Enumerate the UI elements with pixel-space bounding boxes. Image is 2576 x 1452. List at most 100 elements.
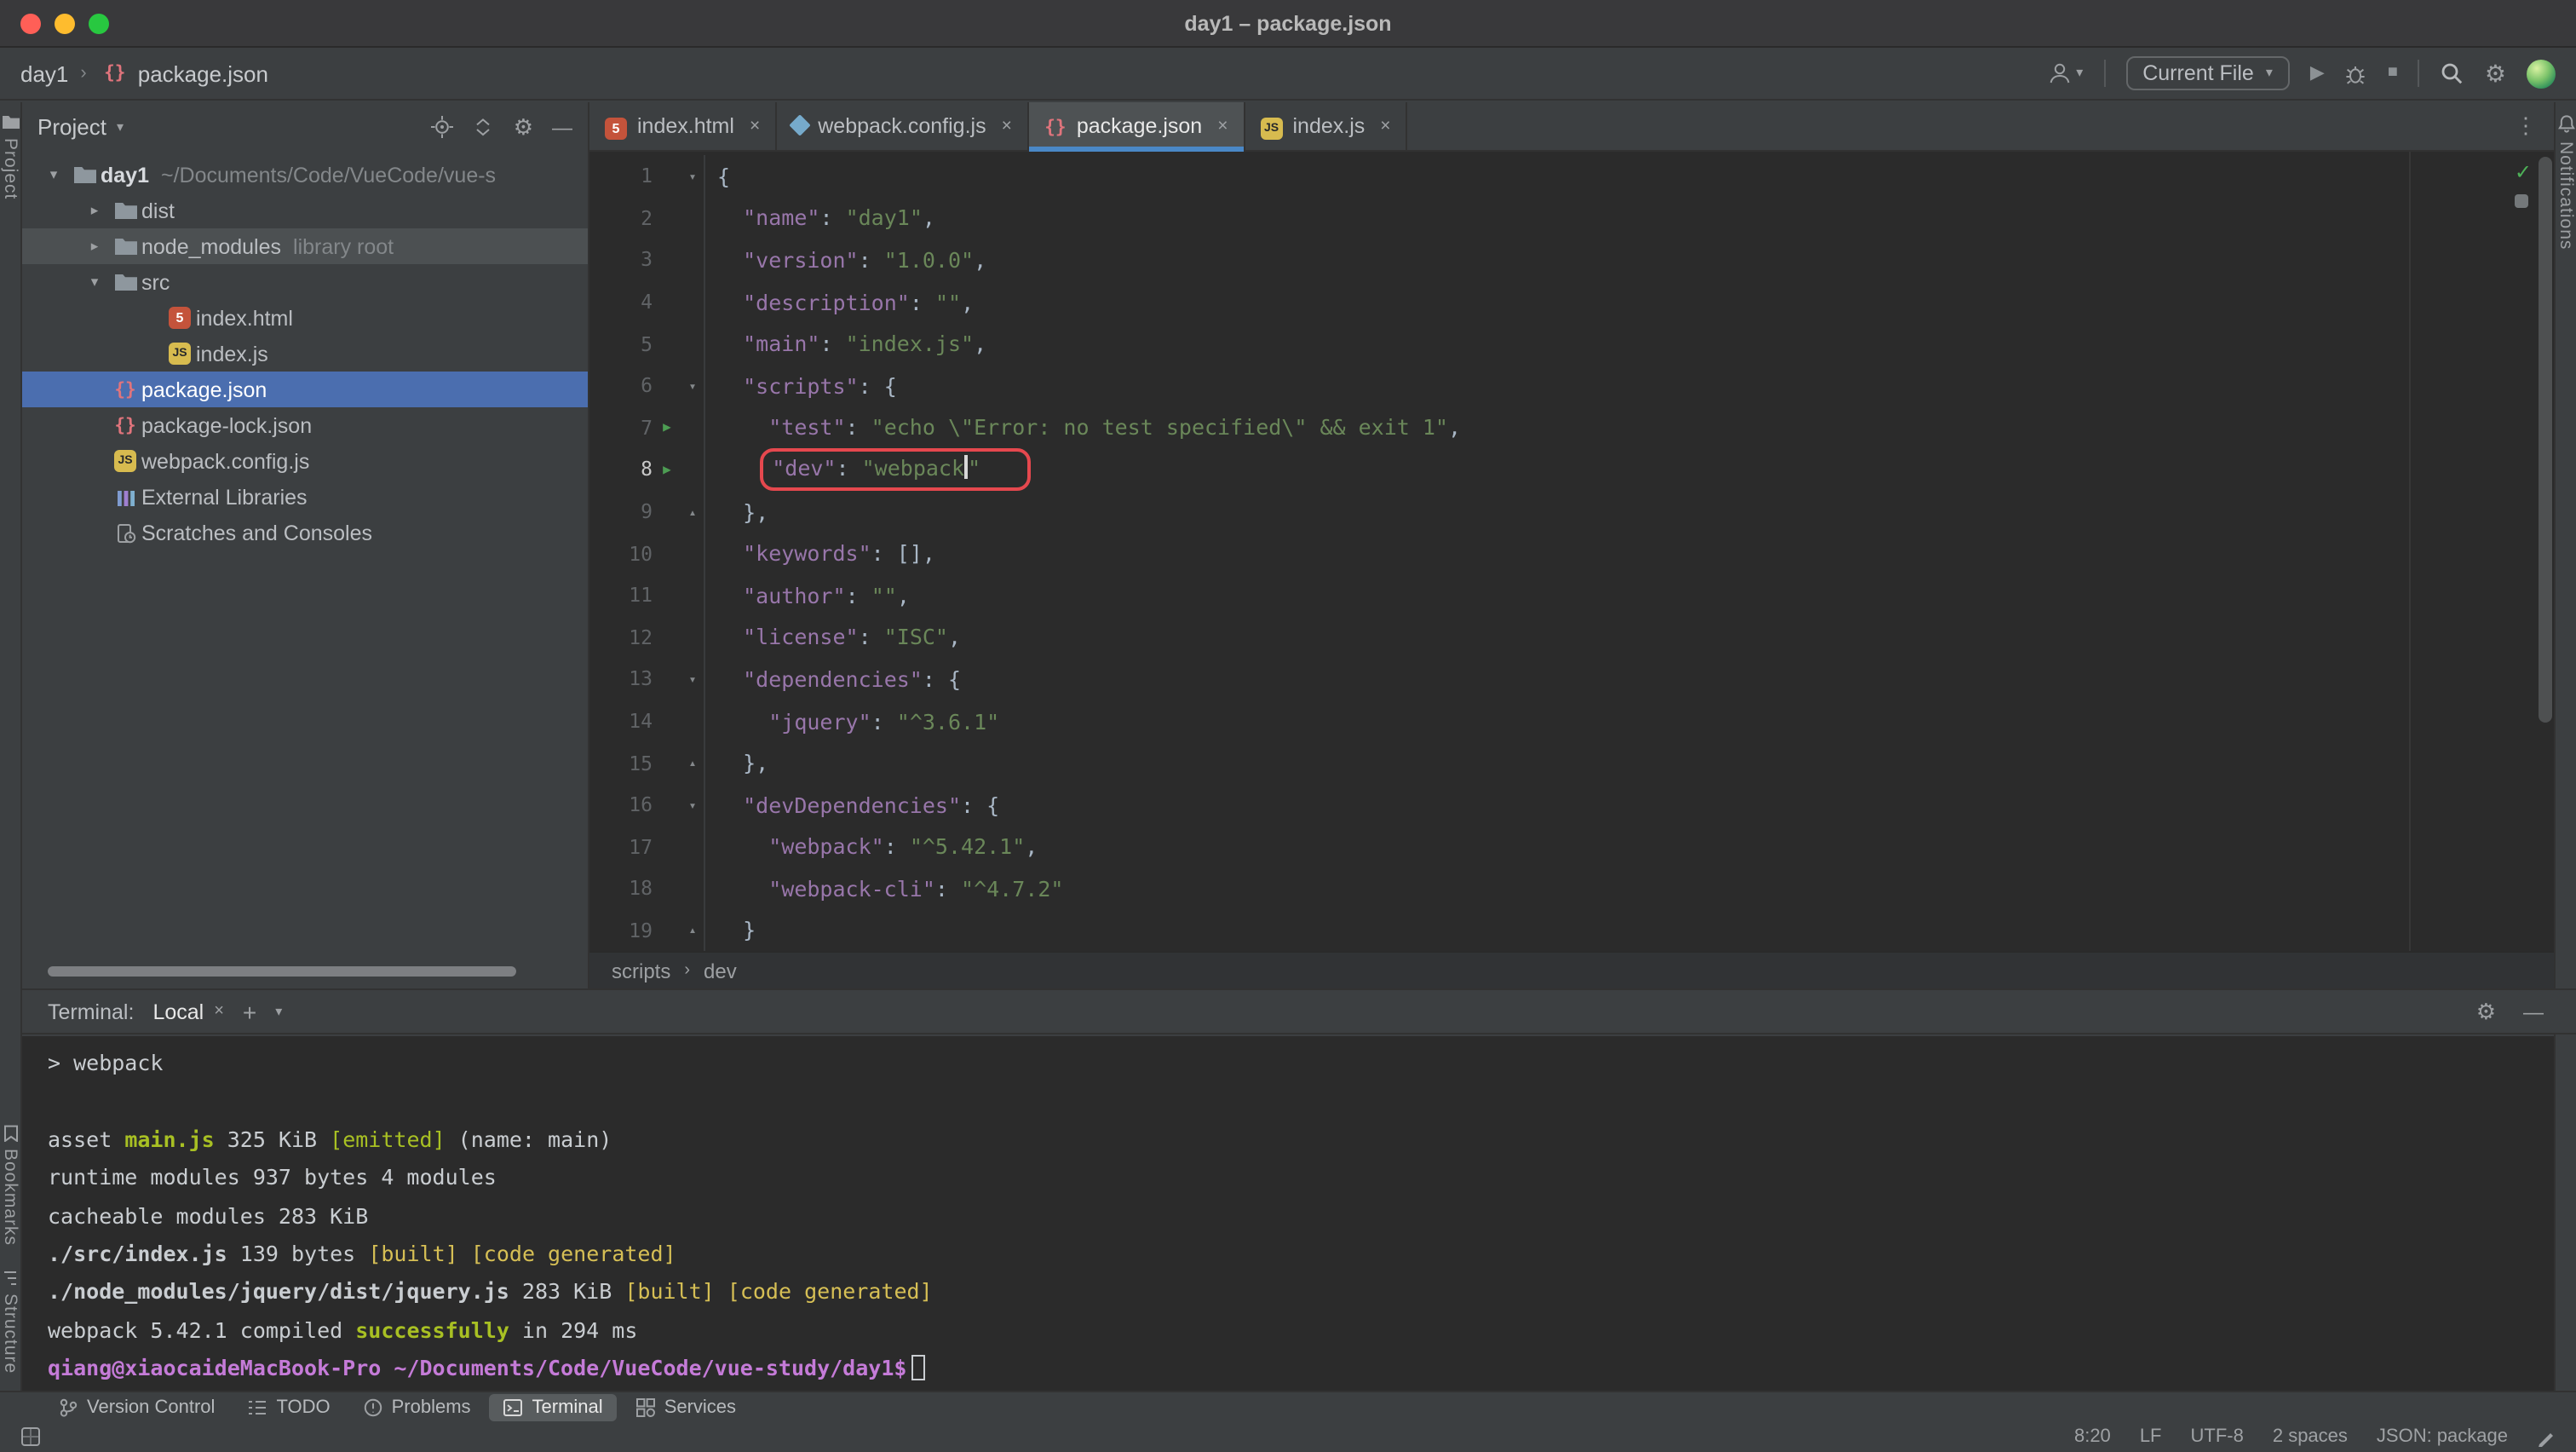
tool-window-switcher-icon[interactable] <box>20 1426 41 1447</box>
horizontal-scrollbar[interactable] <box>48 966 516 977</box>
status-widget-JSON: package[interactable]: JSON: package <box>2377 1426 2508 1447</box>
project-tool-icon[interactable] <box>1 114 20 130</box>
tool-stripe-notifications[interactable]: Notifications <box>2556 141 2576 250</box>
breadcrumb-dev[interactable]: dev <box>704 959 737 982</box>
panel-settings-button[interactable]: ⚙ <box>514 116 533 138</box>
chevron-down-icon[interactable]: ▾ <box>117 120 124 134</box>
toolwindow-button-Terminal[interactable]: Terminal <box>490 1393 617 1420</box>
tool-stripe-structure[interactable]: Structure <box>0 1270 20 1374</box>
code-line-6[interactable]: 6▾ "scripts": { <box>589 365 2554 406</box>
tree-item-day1[interactable]: ▾day1~/Documents/Code/VueCode/vue-s <box>22 157 588 193</box>
fold-close-icon[interactable]: ▴ <box>681 742 705 784</box>
status-widget-8:20[interactable]: 8:20 <box>2074 1426 2111 1447</box>
tree-item-External Libraries[interactable]: External Libraries <box>22 479 588 515</box>
code-line-12[interactable]: 12 "license": "ISC", <box>589 616 2554 658</box>
toolwindow-button-Services[interactable]: Services <box>622 1393 750 1420</box>
breadcrumb-project[interactable]: day1 <box>20 60 68 86</box>
run-configuration-select[interactable]: Current File ▾ <box>2125 56 2290 90</box>
toolwindow-button-Version Control[interactable]: Version Control <box>44 1393 228 1420</box>
terminal-output[interactable]: > webpack asset main.js 325 KiB [emitted… <box>22 1036 2554 1391</box>
close-tab-icon[interactable]: × <box>1217 116 1228 136</box>
new-terminal-button[interactable]: + <box>243 1000 256 1023</box>
tree-item-node_modules[interactable]: ▸node_moduleslibrary root <box>22 228 588 264</box>
close-window-button[interactable] <box>20 14 41 34</box>
tree-item-index.js[interactable]: JSindex.js <box>22 336 588 372</box>
close-tab-icon[interactable]: × <box>1002 116 1012 136</box>
collapse-all-button[interactable] <box>473 116 495 138</box>
fold-open-icon[interactable]: ▾ <box>681 365 705 406</box>
terminal-settings-button[interactable]: ⚙ <box>2476 1000 2496 1023</box>
inspection-ok-icon[interactable]: ✓ <box>2515 160 2532 184</box>
code-line-5[interactable]: 5 "main": "index.js", <box>589 323 2554 365</box>
fold-open-icon[interactable]: ▾ <box>681 155 705 197</box>
tree-item-Scratches and Consoles[interactable]: Scratches and Consoles <box>22 515 588 550</box>
run-script-icon[interactable]: ▶ <box>653 462 681 477</box>
editor-vertical-scrollbar[interactable] <box>2539 157 2552 723</box>
close-tab-icon[interactable]: × <box>214 1003 224 1020</box>
tree-item-src[interactable]: ▾src <box>22 264 588 300</box>
tree-item-webpack.config.js[interactable]: JSwebpack.config.js <box>22 443 588 479</box>
minimize-window-button[interactable] <box>55 14 75 34</box>
hide-panel-button[interactable]: — <box>552 117 572 137</box>
close-tab-icon[interactable]: × <box>750 116 760 136</box>
user-menu-button[interactable]: ▾ <box>2047 61 2083 85</box>
project-panel-title[interactable]: Project <box>37 114 106 140</box>
terminal-dropdown-icon[interactable]: ▾ <box>275 1005 282 1018</box>
fold-close-icon[interactable]: ▴ <box>681 491 705 533</box>
tree-item-dist[interactable]: ▸dist <box>22 193 588 228</box>
run-script-icon[interactable]: ▶ <box>653 420 681 435</box>
tab-options-icon[interactable]: ⋮ <box>2515 102 2554 150</box>
hide-terminal-button[interactable]: — <box>2523 1001 2544 1022</box>
tool-stripe-project[interactable]: Project <box>0 138 20 199</box>
toolwindow-button-Problems[interactable]: Problems <box>349 1393 485 1420</box>
terminal-tab-local[interactable]: Local × <box>152 1000 223 1023</box>
locate-file-button[interactable] <box>432 116 454 138</box>
chevron-closed-icon[interactable]: ▸ <box>80 201 109 220</box>
search-everywhere-button[interactable] <box>2441 61 2464 85</box>
toolwindow-button-TODO[interactable]: TODO <box>233 1393 343 1420</box>
tool-stripe-bookmarks[interactable]: Bookmarks <box>0 1125 20 1246</box>
fold-close-icon[interactable]: ▴ <box>681 909 705 951</box>
code-line-13[interactable]: 13▾ "dependencies": { <box>589 658 2554 700</box>
write-access-icon[interactable] <box>2537 1427 2556 1446</box>
code-line-17[interactable]: 17 "webpack": "^5.42.1", <box>589 826 2554 867</box>
status-widget-UTF-8[interactable]: UTF-8 <box>2191 1426 2244 1447</box>
breadcrumb-file[interactable]: package.json <box>138 60 268 86</box>
code-line-11[interactable]: 11 "author": "", <box>589 574 2554 616</box>
close-tab-icon[interactable]: × <box>1380 116 1390 136</box>
settings-button[interactable]: ⚙ <box>2485 61 2506 85</box>
zoom-window-button[interactable] <box>89 14 109 34</box>
status-widget-LF[interactable]: LF <box>2140 1426 2162 1447</box>
fold-open-icon[interactable]: ▾ <box>681 658 705 700</box>
code-line-10[interactable]: 10 "keywords": [], <box>589 533 2554 574</box>
tab-index.html[interactable]: 5index.html× <box>589 102 777 150</box>
code-line-3[interactable]: 3 "version": "1.0.0", <box>589 239 2554 280</box>
code-line-9[interactable]: 9▴ }, <box>589 491 2554 533</box>
chevron-closed-icon[interactable]: ▸ <box>80 237 109 256</box>
stop-button[interactable]: ■ <box>2388 65 2398 82</box>
debug-button[interactable] <box>2345 62 2367 84</box>
chevron-open-icon[interactable]: ▾ <box>80 273 109 291</box>
breadcrumb-scripts[interactable]: scripts <box>612 959 670 982</box>
code-line-2[interactable]: 2 "name": "day1", <box>589 197 2554 239</box>
code-line-4[interactable]: 4 "description": "", <box>589 281 2554 323</box>
notifications-bell-icon[interactable] <box>2556 114 2575 133</box>
chevron-open-icon[interactable]: ▾ <box>39 165 68 184</box>
code-line-7[interactable]: 7▶ "test": "echo \"Error: no test specif… <box>589 406 2554 448</box>
code-line-1[interactable]: 1▾{ <box>589 155 2554 197</box>
code-line-15[interactable]: 15▴ }, <box>589 742 2554 784</box>
fold-open-icon[interactable]: ▾ <box>681 784 705 826</box>
tree-item-index.html[interactable]: 5index.html <box>22 300 588 336</box>
code-line-18[interactable]: 18 "webpack-cli": "^4.7.2" <box>589 867 2554 909</box>
tab-index.js[interactable]: JSindex.js× <box>1245 102 1408 150</box>
account-avatar[interactable] <box>2527 59 2556 88</box>
code-line-8[interactable]: 8▶ "dev": "webpack" <box>589 448 2554 490</box>
tree-item-package-lock.json[interactable]: {}package-lock.json <box>22 407 588 443</box>
status-widget-2 spaces[interactable]: 2 spaces <box>2273 1426 2348 1447</box>
code-line-14[interactable]: 14 "jquery": "^3.6.1" <box>589 700 2554 741</box>
code-line-16[interactable]: 16▾ "devDependencies": { <box>589 784 2554 826</box>
code-editor[interactable]: 1▾{2 "name": "day1",3 "version": "1.0.0"… <box>589 152 2554 951</box>
inspection-widget-icon[interactable] <box>2515 194 2528 208</box>
tab-webpack.config.js[interactable]: webpack.config.js× <box>777 102 1029 150</box>
code-line-19[interactable]: 19▴ } <box>589 909 2554 951</box>
